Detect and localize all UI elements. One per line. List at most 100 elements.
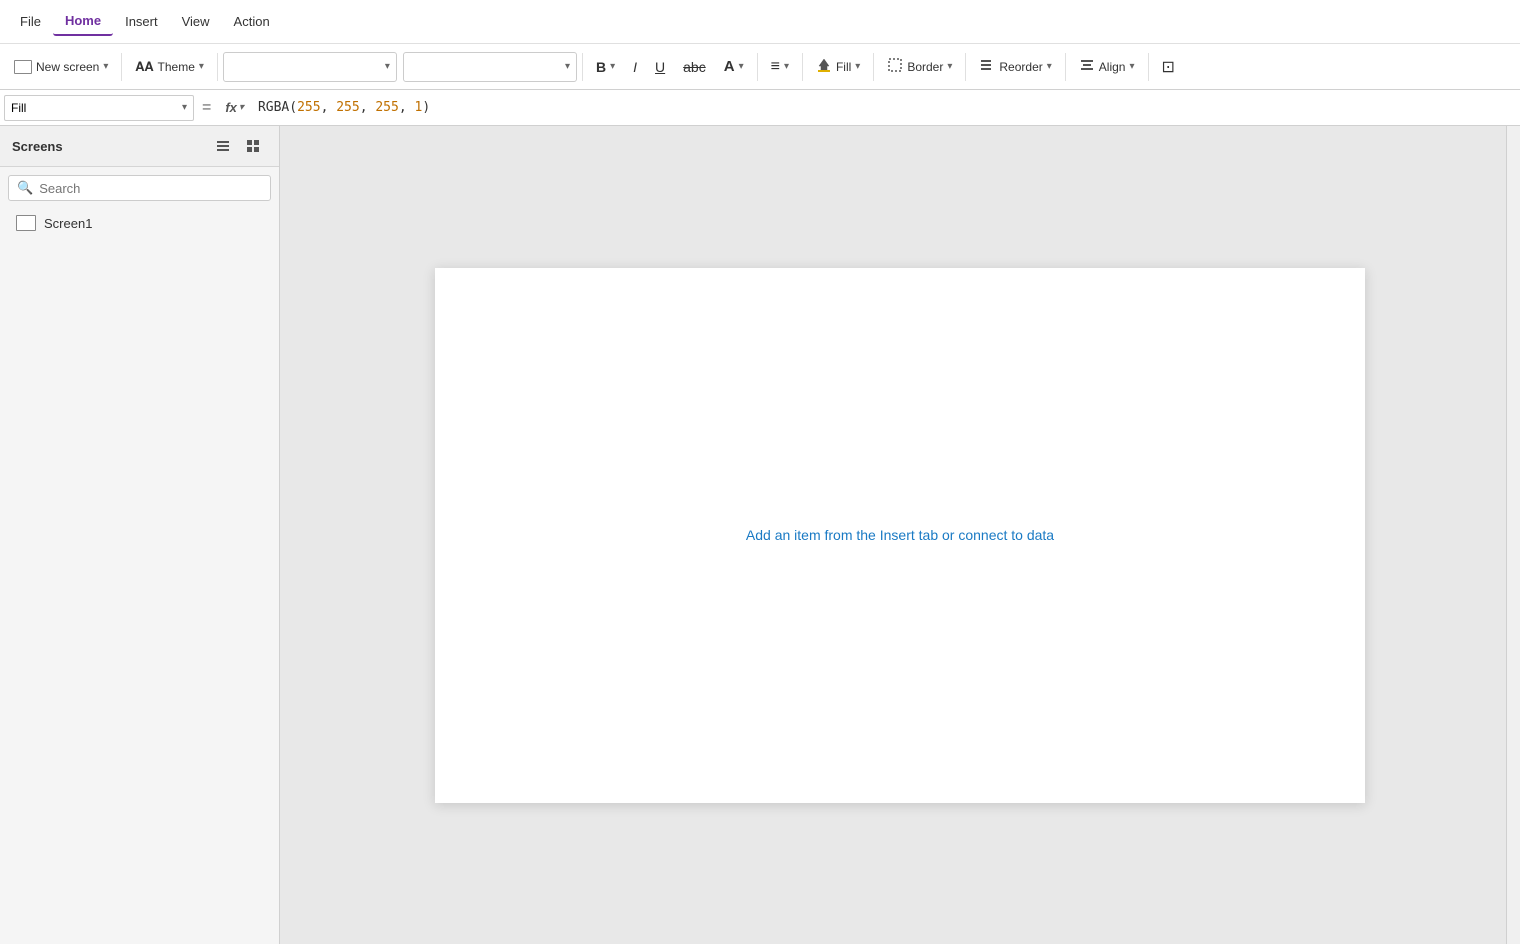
fill-button[interactable]: Fill ▾ [808, 53, 868, 80]
formula-equals-icon: = [194, 99, 219, 117]
screen-label: Screen1 [44, 216, 92, 231]
text-size-chevron-icon: ▾ [739, 61, 744, 72]
strikethrough-icon: abc [683, 59, 706, 75]
canvas-page[interactable]: Add an item from the Insert tab or conne… [435, 268, 1365, 803]
search-icon: 🔍 [17, 180, 33, 196]
fx-chevron-icon: ▾ [239, 102, 244, 113]
lock-button[interactable]: ⊡ [1154, 53, 1183, 81]
menu-view[interactable]: View [170, 8, 222, 35]
reorder-button[interactable]: Reorder ▾ [971, 53, 1059, 80]
fill-chevron-icon: ▾ [855, 61, 860, 72]
new-screen-button[interactable]: New screen ▾ [6, 56, 116, 78]
separator-9 [1148, 53, 1149, 81]
screen-item[interactable]: Screen1 [4, 209, 275, 237]
text-size-icon: A [724, 58, 735, 75]
size-chevron-icon: ▾ [565, 61, 570, 72]
fx-button[interactable]: fx ▾ [219, 100, 250, 115]
formula-rgba-comma2: , [360, 100, 368, 115]
separator-1 [121, 53, 122, 81]
separator-6 [873, 53, 874, 81]
theme-button[interactable]: 𝐀𝐀 Theme ▾ [127, 55, 212, 79]
bold-icon: B [596, 59, 606, 75]
connect-to-data-link[interactable]: connect to data [958, 527, 1054, 543]
name-box-value: Fill [11, 101, 182, 115]
border-label: Border [907, 60, 943, 74]
border-chevron-icon: ▾ [947, 61, 952, 72]
new-screen-label: New screen [36, 60, 99, 74]
italic-icon: I [633, 59, 637, 75]
separator-5 [802, 53, 803, 81]
separator-3 [582, 53, 583, 81]
alignment-chevron-icon: ▾ [784, 61, 789, 72]
border-button[interactable]: Border ▾ [879, 53, 960, 80]
formula-rgba-comma1: , [321, 100, 329, 115]
theme-icon: 𝐀𝐀 [135, 59, 153, 75]
canvas-scrollbar[interactable] [1506, 126, 1520, 944]
formula-rgba-r: 255 [297, 100, 320, 115]
canvas-area: Add an item from the Insert tab or conne… [280, 126, 1520, 944]
lock-icon: ⊡ [1162, 57, 1175, 77]
sidebar: Screens [0, 126, 280, 944]
menu-file[interactable]: File [8, 8, 53, 35]
underline-icon: U [655, 59, 665, 75]
formula-rgba-g: 255 [328, 100, 359, 115]
name-box[interactable]: Fill ▾ [4, 95, 194, 121]
fill-label: Fill [836, 60, 851, 74]
formula-rgba-suffix: ) [422, 100, 430, 115]
formula-bar: Fill ▾ = fx ▾ RGBA( 255 , 255 , 255 , 1 … [0, 90, 1520, 126]
new-screen-chevron-icon: ▾ [103, 61, 108, 72]
font-input[interactable] [230, 60, 385, 74]
formula-rgba-alpha: 1 [407, 100, 423, 115]
grid-view-button[interactable] [239, 134, 267, 158]
screens-title: Screens [12, 139, 63, 154]
menu-action[interactable]: Action [222, 8, 282, 35]
sidebar-view-buttons [209, 134, 267, 158]
strikethrough-button[interactable]: abc [675, 55, 714, 79]
main-layout: Screens [0, 126, 1520, 944]
align-chevron-icon: ▾ [1129, 61, 1134, 72]
insert-tab-link[interactable]: Insert tab [880, 527, 938, 543]
size-input[interactable] [410, 60, 565, 74]
separator-8 [1065, 53, 1066, 81]
canvas-hint: Add an item from the Insert tab or conne… [746, 527, 1054, 543]
align-icon [1079, 57, 1095, 76]
bold-button[interactable]: B ▾ [588, 55, 623, 79]
formula-content: RGBA( 255 , 255 , 255 , 1 ) [250, 100, 1516, 115]
menu-bar: File Home Insert View Action [0, 0, 1520, 44]
reorder-chevron-icon: ▾ [1047, 61, 1052, 72]
sidebar-header: Screens [0, 126, 279, 167]
border-icon [887, 57, 903, 76]
reorder-icon [979, 57, 995, 76]
separator-7 [965, 53, 966, 81]
reorder-label: Reorder [999, 60, 1042, 74]
align-button[interactable]: Align ▾ [1071, 53, 1143, 80]
separator-2 [217, 53, 218, 81]
list-view-button[interactable] [209, 134, 237, 158]
separator-4 [757, 53, 758, 81]
underline-button[interactable]: U [647, 55, 673, 79]
bold-chevron-icon: ▾ [610, 61, 615, 72]
fill-icon [816, 57, 832, 76]
formula-rgba-b: 255 [368, 100, 399, 115]
name-box-chevron-icon: ▾ [182, 102, 187, 113]
align-label: Align [1099, 60, 1126, 74]
theme-label: Theme [158, 60, 195, 74]
formula-rgba-prefix: RGBA( [258, 100, 297, 115]
formula-rgba-comma3: , [399, 100, 407, 115]
italic-button[interactable]: I [625, 55, 645, 79]
toolbar: New screen ▾ 𝐀𝐀 Theme ▾ ▾ ▾ B ▾ I U abc … [0, 44, 1520, 90]
text-size-button[interactable]: A ▾ [716, 54, 752, 79]
menu-home[interactable]: Home [53, 7, 113, 36]
alignment-icon: ≡ [771, 58, 780, 76]
search-input[interactable] [39, 181, 262, 196]
screen-thumbnail [16, 215, 36, 231]
font-chevron-icon: ▾ [385, 61, 390, 72]
new-screen-icon [14, 60, 32, 74]
theme-chevron-icon: ▾ [199, 61, 204, 72]
menu-insert[interactable]: Insert [113, 8, 170, 35]
search-box: 🔍 [8, 175, 271, 201]
alignment-button[interactable]: ≡ ▾ [763, 54, 797, 80]
font-dropdown[interactable]: ▾ [223, 52, 397, 82]
size-dropdown[interactable]: ▾ [403, 52, 577, 82]
fx-label: fx [225, 100, 237, 115]
